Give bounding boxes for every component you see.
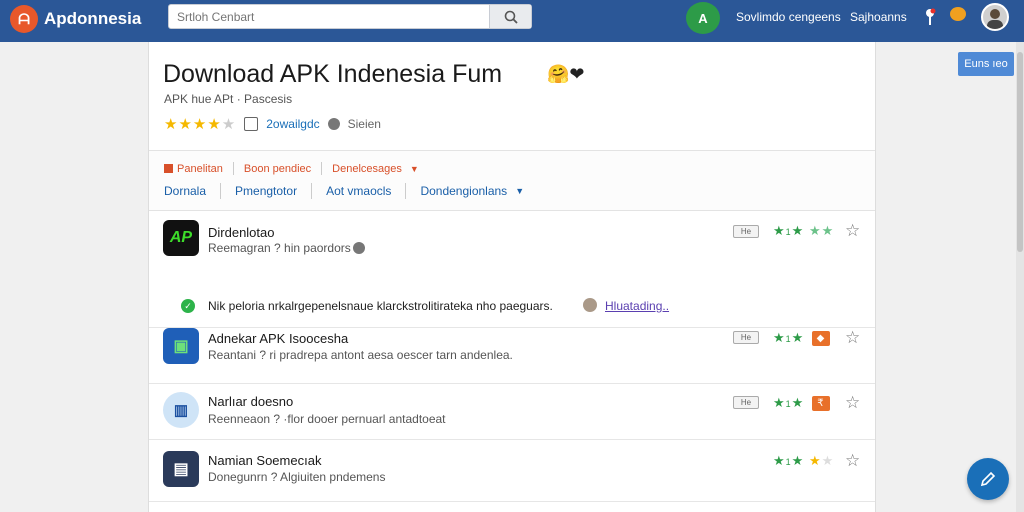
app-list-item[interactable]: ▣ Adnekar APK Isoocesha Reantani ? ri pr… — [149, 328, 875, 384]
filter-bottom-1[interactable]: Pmengtotor — [235, 184, 297, 198]
rating-stars-icon: ★1★ ◆ — [773, 330, 830, 347]
rating-stars-icon: ★1★ ₹ — [773, 395, 830, 412]
app-name[interactable]: Dirdenlotao — [208, 225, 275, 240]
nav-link-settings[interactable]: Sajhoanns — [850, 10, 907, 24]
version-badge: He — [733, 396, 759, 409]
filter-bottom-0[interactable]: Dornala — [164, 184, 206, 198]
page-title: Download APK Indenesia Fum — [163, 60, 503, 88]
apps-nav-button[interactable]: A — [686, 2, 720, 34]
user-avatar-small — [583, 298, 597, 312]
rating-row: ★★★★★ 2owailgdc Sieien — [164, 115, 381, 133]
app-icon-ap[interactable]: AP — [163, 220, 199, 256]
search-input[interactable] — [177, 8, 487, 26]
page-subtitle: APK hue APt · Pascesis — [164, 92, 293, 106]
globe-icon — [353, 242, 365, 254]
filter-bar: Panelitan Boon pendiec Denelcesages ▼ Do… — [149, 150, 875, 211]
search-button[interactable] — [489, 5, 531, 28]
filter-row-top: Panelitan Boon pendiec Denelcesages ▼ — [164, 162, 419, 175]
favorite-star-icon[interactable]: ☆ — [845, 451, 860, 471]
app-icon-tool[interactable]: ▥ — [163, 392, 199, 428]
divider — [405, 183, 407, 199]
note-text: Nik peloria nrkalrgepenelsnaue klarckstr… — [208, 299, 553, 313]
app-description: Reemagran ? hin paordors — [208, 241, 351, 255]
app-list-item[interactable]: ▥ Narlıar doesno Reenneaon ? ·flor dooer… — [149, 384, 875, 440]
emoji-hug-heart-icon: 🤗❤ — [547, 64, 585, 84]
filter-row-bottom: Dornala Pmengtotor Aot vmaocls Dondengio… — [164, 183, 524, 199]
note-link[interactable]: Hluatading.. — [605, 299, 669, 313]
app-description: Reenneaon ? ·flor dooer pernuarl antadto… — [208, 412, 446, 426]
search-icon — [504, 10, 518, 24]
favorite-star-icon[interactable]: ☆ — [845, 328, 860, 348]
app-icon-chat[interactable]: ▣ — [163, 328, 199, 364]
version-badge: He — [733, 331, 759, 344]
checkbox-icon[interactable] — [244, 117, 259, 131]
rating-stars-icon: ★1★ ★★ — [773, 453, 835, 468]
check-icon: ✓ — [181, 299, 195, 313]
globe-icon — [327, 118, 340, 130]
divider — [220, 183, 222, 199]
compose-button[interactable] — [967, 458, 1009, 500]
version-badge: He — [733, 225, 759, 238]
info-note: ✓ Nik peloria nrkalrgepenelsnaue klarcks… — [149, 280, 875, 328]
app-description: Donegunrn ? Algiuiten pndemens — [208, 470, 386, 484]
app-tag: ◆ — [811, 331, 830, 347]
app-name[interactable]: Namian Soemecıak — [208, 453, 321, 468]
rating-link[interactable]: 2owailgdc — [266, 117, 319, 131]
favorite-star-icon[interactable]: ☆ — [845, 221, 860, 241]
favorite-star-icon[interactable]: ☆ — [845, 393, 860, 413]
divider — [321, 162, 323, 175]
scrollbar-thumb[interactable] — [1017, 52, 1023, 252]
search-box — [168, 4, 532, 29]
brand-logo-icon[interactable]: ᗩ — [10, 5, 38, 33]
location-pin-icon[interactable] — [924, 8, 936, 26]
app-list-item[interactable]: ▤ Namian Soemecıak Donegunrn ? Algiuiten… — [149, 440, 875, 502]
notification-icon[interactable] — [950, 7, 966, 21]
side-action-button[interactable]: Euns ıeo — [958, 52, 1014, 76]
filter-top-1[interactable]: Boon pendiec — [244, 163, 311, 175]
chevron-down-icon[interactable]: ▼ — [515, 186, 524, 196]
filter-bottom-3[interactable]: Dondengionlans — [420, 184, 507, 198]
app-icon-device[interactable]: ▤ — [163, 451, 199, 487]
edit-icon — [980, 471, 996, 487]
main-content-card: Download APK Indenesia Fum 🤗❤ APK hue AP… — [148, 42, 876, 512]
divider — [311, 183, 313, 199]
rating-stars-icon: ★★★★★ — [164, 116, 237, 133]
filter-top-0[interactable]: Panelitan — [177, 163, 223, 175]
chevron-down-icon[interactable]: ▼ — [410, 164, 419, 174]
brand-name[interactable]: Apdonnesia — [44, 9, 141, 29]
filter-bottom-2[interactable]: Aot vmaocls — [326, 184, 391, 198]
app-description: Reantani ? ri pradrepa antont aesa oesce… — [208, 348, 513, 362]
top-navigation-bar: ᗩ Apdonnesia A Sovlimdo cengeens Sajhoan… — [0, 0, 1024, 42]
rating-extra-text: Sieien — [347, 117, 381, 131]
app-tag: ₹ — [811, 396, 830, 412]
user-avatar[interactable] — [981, 3, 1009, 31]
divider — [232, 162, 234, 175]
app-name[interactable]: Adnekar APK Isoocesha — [208, 331, 348, 346]
rating-stars-icon: ★1★ ★★ — [773, 223, 835, 238]
app-name[interactable]: Narlıar doesno — [208, 394, 293, 409]
filter-icon — [164, 164, 173, 173]
nav-link-categories[interactable]: Sovlimdo cengeens — [736, 10, 841, 24]
filter-top-2[interactable]: Denelcesages — [332, 163, 402, 175]
